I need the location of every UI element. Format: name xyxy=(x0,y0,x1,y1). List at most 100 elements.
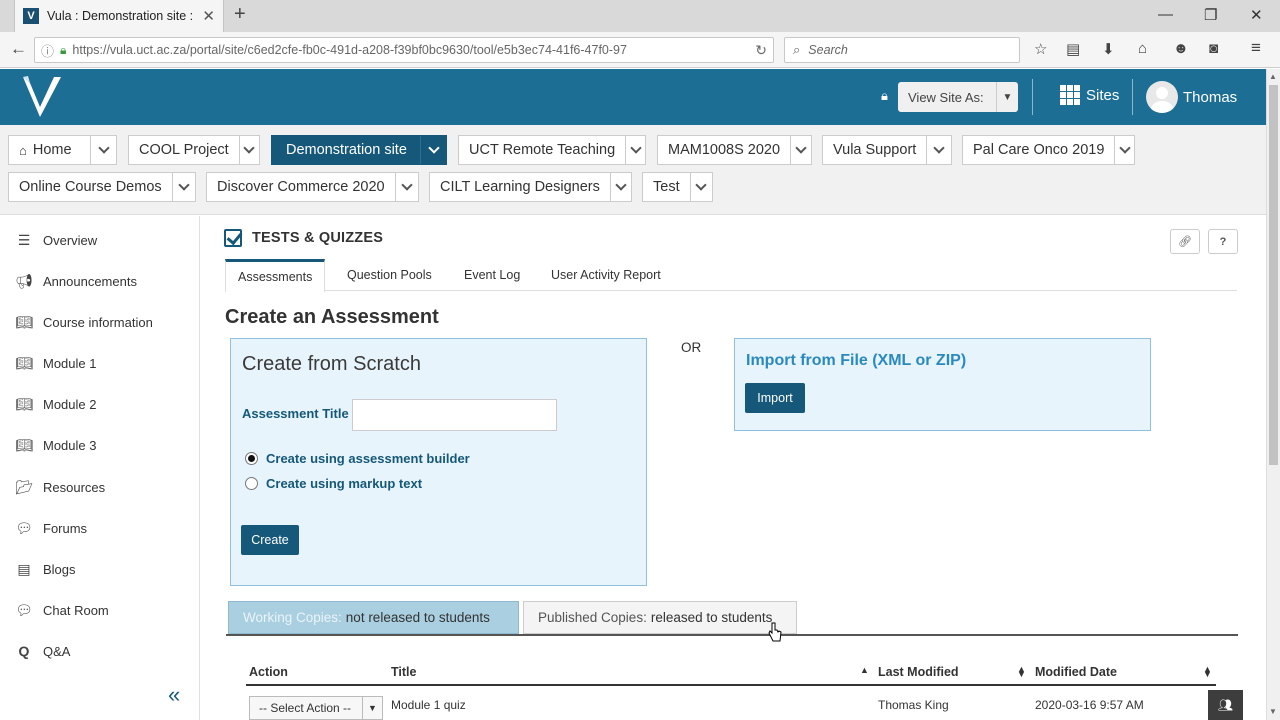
chevron-down-icon xyxy=(178,179,190,191)
user-menu[interactable]: Thomas xyxy=(1146,81,1237,113)
bookmark-star-icon[interactable]: ☆ xyxy=(1034,40,1047,58)
copies-tabs: Working Copies: not released to students… xyxy=(226,601,1238,636)
column-title[interactable]: Title xyxy=(391,665,416,679)
tab-question-pools[interactable]: Question Pools xyxy=(335,259,444,291)
tab-assessments[interactable]: Assessments xyxy=(225,259,326,292)
chevron-down-icon xyxy=(97,142,110,154)
tool-item-announcements[interactable]: 📢︎ Announcements xyxy=(0,263,199,299)
tool-item-course-information[interactable]: 📖︎ Course information xyxy=(0,304,199,340)
book-icon: 📖︎ xyxy=(15,395,33,412)
download-icon[interactable]: ⬇ xyxy=(1102,40,1115,58)
restore-icon[interactable]: ❐ xyxy=(1204,6,1217,24)
caret-down-icon: ▼ xyxy=(362,697,382,719)
help-button[interactable]: ? xyxy=(1208,229,1238,254)
address-bar[interactable]: ⓘ 🔒︎ https://vula.uct.ac.za/portal/site/… xyxy=(34,37,774,63)
tool-item-overview[interactable]: ☰ Overview xyxy=(0,222,199,258)
row-title[interactable]: Module 1 quiz xyxy=(391,698,466,712)
chat-bubble-icon[interactable]: ☻ xyxy=(1173,40,1189,57)
site-tab-label: Discover Commerce 2020 xyxy=(217,179,385,195)
tab-user-activity-report[interactable]: User Activity Report xyxy=(539,259,673,291)
view-site-as-dropdown[interactable]: View Site As: ▼ xyxy=(898,82,1018,112)
home-icon[interactable]: ⌂ xyxy=(1138,40,1147,57)
tool-item-label: Overview xyxy=(43,232,98,248)
column-modified-date[interactable]: Modified Date xyxy=(1035,665,1117,679)
tool-title-text: TESTS & QUIZZES xyxy=(252,230,384,246)
scroll-down-icon[interactable]: ▼ xyxy=(1269,707,1277,716)
tool-item-module-3[interactable]: 📖︎ Module 3 xyxy=(0,427,199,463)
site-tab-pal-care-onco[interactable]: Pal Care Onco 2019 xyxy=(962,135,1135,165)
page-scrollbar[interactable]: ▲ ▼ xyxy=(1266,69,1280,720)
tool-item-label: Resources xyxy=(43,479,106,495)
site-tab-uct-remote-teaching[interactable]: UCT Remote Teaching xyxy=(458,135,646,165)
sort-ascending-icon[interactable]: ▲ xyxy=(860,665,869,675)
published-copies-tab[interactable]: Published Copies: released to students xyxy=(523,601,797,634)
tool-item-module-2[interactable]: 📖︎ Module 2 xyxy=(0,386,199,422)
site-tab-discover-commerce[interactable]: Discover Commerce 2020 xyxy=(206,172,419,202)
scroll-up-icon[interactable]: ▲ xyxy=(1269,72,1277,81)
url-text[interactable]: https://vula.uct.ac.za/portal/site/c6ed2… xyxy=(72,43,749,57)
tool-item-module-1[interactable]: 📖︎ Module 1 xyxy=(0,345,199,381)
new-tab-icon[interactable]: + xyxy=(234,3,246,26)
radio-selected[interactable] xyxy=(245,452,258,465)
tool-item-qa[interactable]: Q Q&A xyxy=(0,633,199,669)
site-tab-mam1008s[interactable]: MAM1008S 2020 xyxy=(657,135,812,165)
browser-search-input[interactable]: ⌕ Search xyxy=(784,37,1020,63)
tool-item-resources[interactable]: 📂︎ Resources xyxy=(0,469,199,505)
scroll-thumb[interactable] xyxy=(1269,85,1278,465)
site-tab-menu[interactable] xyxy=(394,173,418,201)
row-modified-date: 2020-03-16 9:57 AM xyxy=(1035,698,1144,712)
site-tab-menu[interactable] xyxy=(171,173,195,201)
sort-icon[interactable]: ▲ ▼ xyxy=(1017,665,1026,679)
option-assessment-builder[interactable]: Create using assessment builder xyxy=(245,451,470,466)
site-tab-cilt-learning-designers[interactable]: CILT Learning Designers xyxy=(429,172,632,202)
option-markup-text[interactable]: Create using markup text xyxy=(245,476,422,491)
site-tab-menu[interactable] xyxy=(689,173,712,201)
site-tab-test[interactable]: Test xyxy=(642,172,713,202)
select-action-dropdown[interactable]: -- Select Action -- ▼ xyxy=(249,696,383,720)
site-tab-menu[interactable] xyxy=(625,136,645,164)
sort-icon[interactable]: ▲ ▼ xyxy=(1203,665,1212,679)
minimize-icon[interactable]: — xyxy=(1158,6,1173,23)
create-button[interactable]: Create xyxy=(241,525,299,555)
site-tab-menu[interactable] xyxy=(1114,136,1134,164)
window-close-icon[interactable]: ✕ xyxy=(1250,6,1263,24)
site-tab-menu[interactable] xyxy=(790,136,811,164)
vula-logo[interactable] xyxy=(20,73,64,121)
chevron-down-icon xyxy=(933,142,945,154)
tool-item-chat-room[interactable]: 💬︎ Chat Room xyxy=(0,592,199,628)
reading-list-icon[interactable]: ▤ xyxy=(1066,40,1080,58)
tab-event-log[interactable]: Event Log xyxy=(452,259,532,291)
site-tab-home[interactable]: ⌂ Home xyxy=(8,135,117,165)
people-button[interactable]: 👥︎ xyxy=(1208,690,1243,720)
tool-item-forums[interactable]: 💬︎ Forums xyxy=(0,510,199,546)
site-tab-menu[interactable] xyxy=(926,136,951,164)
site-tab-menu[interactable] xyxy=(90,136,116,164)
tool-item-blogs[interactable]: ▤ Blogs xyxy=(0,551,199,587)
browser-tab[interactable]: V Vula : Demonstration site :... ✕ xyxy=(14,0,224,32)
pocket-icon[interactable]: ◙ xyxy=(1209,40,1218,57)
close-tab-icon[interactable]: ✕ xyxy=(202,7,215,25)
site-tab-menu[interactable] xyxy=(238,136,259,164)
import-button[interactable]: Import xyxy=(745,383,805,413)
link-button[interactable]: 🔗︎ xyxy=(1170,229,1200,254)
site-tab-online-course-demos[interactable]: Online Course Demos xyxy=(8,172,196,202)
sites-button[interactable]: Sites xyxy=(1060,85,1119,105)
user-name: Thomas xyxy=(1183,88,1238,106)
site-tab-vula-support[interactable]: Vula Support xyxy=(822,135,952,165)
site-tab-cool-project[interactable]: COOL Project xyxy=(128,135,260,165)
column-action: Action xyxy=(249,665,288,679)
collapse-menu-icon[interactable]: « xyxy=(168,682,180,708)
radio-unselected[interactable] xyxy=(245,477,258,490)
tool-item-label: Course information xyxy=(43,314,153,330)
browser-tab-title: Vula : Demonstration site :... xyxy=(47,9,195,23)
site-tab-demonstration-site[interactable]: Demonstration site xyxy=(271,135,447,165)
working-copies-tab[interactable]: Working Copies: not released to students xyxy=(228,601,519,634)
site-tab-menu[interactable] xyxy=(420,136,446,164)
back-arrow-icon[interactable]: ← xyxy=(10,39,27,59)
site-tab-menu[interactable] xyxy=(609,173,631,201)
hamburger-menu-icon[interactable]: ≡ xyxy=(1251,38,1261,58)
column-last-modified[interactable]: Last Modified xyxy=(878,665,959,679)
reload-icon[interactable]: ↻ xyxy=(755,42,767,59)
assessment-title-input[interactable] xyxy=(352,399,557,431)
info-icon[interactable]: ⓘ xyxy=(41,41,54,60)
